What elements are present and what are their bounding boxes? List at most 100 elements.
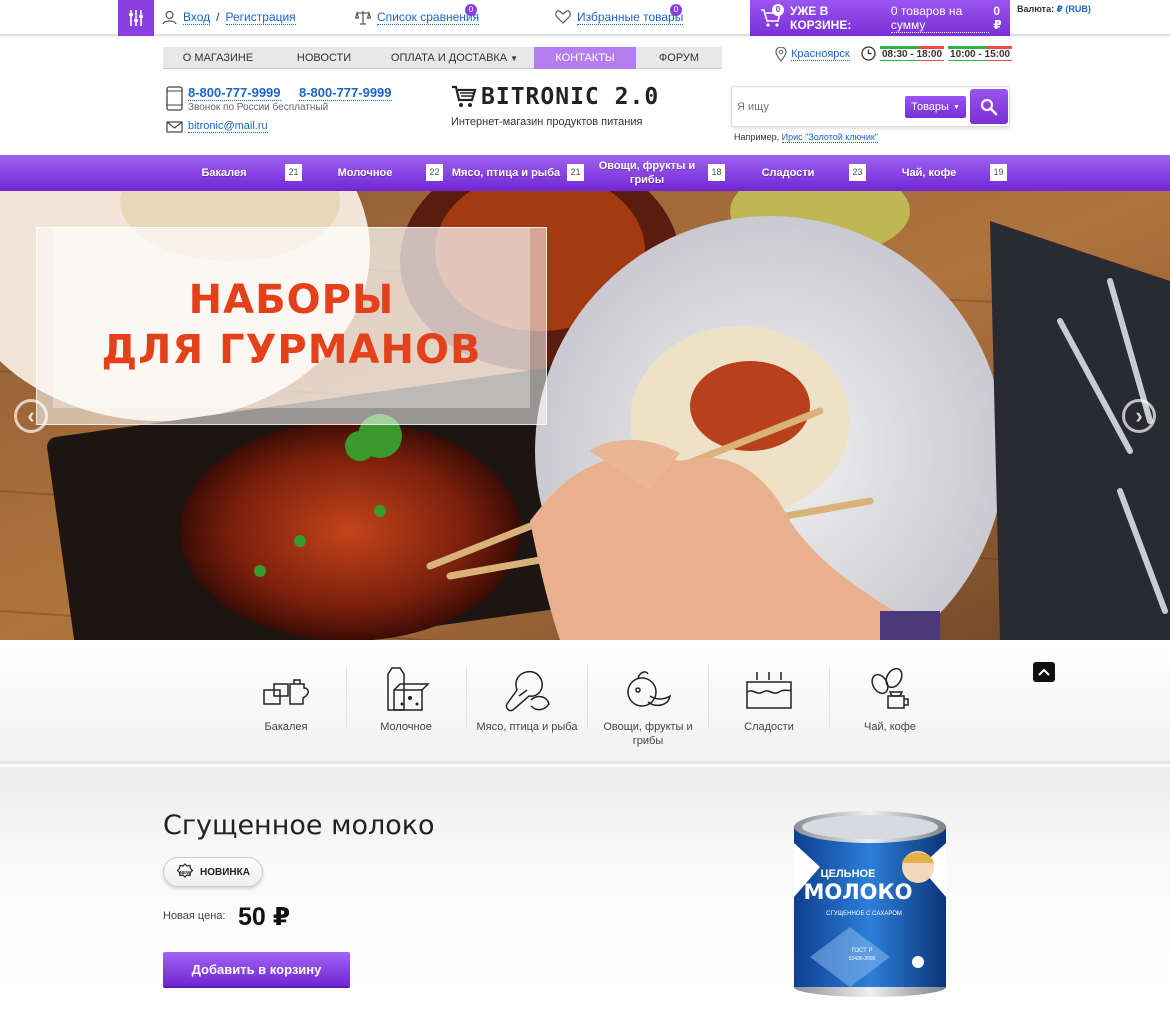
favorites-link[interactable]: Избранные товары (577, 10, 684, 25)
register-link[interactable]: Регистрация (225, 10, 296, 25)
chevron-right-icon: › (1135, 403, 1143, 428)
banner-next-button[interactable]: › (1122, 399, 1156, 433)
cake-icon (746, 672, 792, 709)
icon-category-vegetables[interactable]: Овощи, фрукты и грибы (588, 664, 708, 748)
auth-links: Вход / Регистрация (162, 0, 296, 34)
meat-icon (505, 670, 550, 712)
nav-item-payment-label: Оплата и доставка (390, 52, 508, 64)
product-price: 50 ₽ (238, 903, 291, 931)
product-title[interactable]: Сгущенное молоко (163, 810, 435, 841)
search-category-select[interactable]: Товары ▼ (905, 96, 966, 118)
phone-link-1[interactable]: 8-800-777-9999 (188, 85, 281, 101)
price-label: Новая цена: (163, 910, 226, 922)
compare-link[interactable]: Список сравнения (377, 10, 480, 25)
currency-label: Валюта: (1017, 4, 1055, 14)
icon-category-grocery[interactable]: Бакалея (226, 664, 346, 734)
can-text-1: ЦЕЛЬНОЕ (821, 868, 876, 880)
hours-weekday: 08:30 - 18:00 (880, 46, 945, 61)
category-name: Сладости (761, 167, 815, 179)
category-name: Бакалея (201, 167, 247, 179)
sliders-icon (129, 10, 143, 26)
call-note: Звонок по России бесплатный (188, 102, 329, 113)
category-sweets[interactable]: Сладости 23 (727, 155, 868, 191)
currency-value[interactable]: ₽ (RUB) (1057, 4, 1091, 14)
cart-summary[interactable]: 0 УЖЕ В КОРЗИНЕ: 0 товаров на сумму 0 ₽ (750, 0, 1010, 36)
login-link[interactable]: Вход (183, 10, 211, 25)
compare-link-group[interactable]: Список сравнения 0 (355, 0, 480, 34)
cart-count-badge: 0 (772, 4, 784, 16)
nav-item-forum[interactable]: Форум (636, 47, 722, 69)
user-icon (162, 10, 177, 24)
icon-category-label: Сладости (744, 721, 794, 733)
main-nav: О магазине Новости Оплата и доставка ▼ К… (163, 47, 722, 69)
cart-prefix: УЖЕ В КОРЗИНЕ: (790, 4, 852, 32)
category-name: Чай, кофе (901, 167, 957, 179)
cart-sum: 0 ₽ (993, 4, 1002, 32)
icon-category-tea-coffee[interactable]: Чай, кофе (830, 664, 950, 734)
nav-item-payment-delivery[interactable]: Оплата и доставка ▼ (375, 47, 534, 69)
category-count: 23 (849, 164, 866, 181)
banner-prev-button[interactable]: ‹ (14, 399, 48, 433)
category-icons-row: Бакалея Молочное Мясо, птица и рыба Овощ… (0, 640, 1170, 764)
icon-category-label: Мясо, птица и рыба (476, 721, 578, 733)
city-selector[interactable]: Красноярск (775, 47, 850, 62)
promo-title: НАБОРЫ ДЛЯ ГУРМАНОВ (36, 275, 547, 375)
hero-banner[interactable]: НАБОРЫ ДЛЯ ГУРМАНОВ ‹ › (0, 191, 1170, 640)
category-count: 19 (990, 164, 1007, 181)
compare-count-badge: 0 (465, 4, 477, 16)
site-logo[interactable]: BITRONIC 2.0 (451, 84, 659, 110)
scroll-to-top-button[interactable] (1033, 662, 1055, 682)
envelope-icon (166, 121, 183, 133)
category-grocery[interactable]: Бакалея 21 (163, 155, 304, 191)
logo-cart-icon (452, 85, 477, 107)
icon-category-meat[interactable]: Мясо, птица и рыба (467, 664, 587, 734)
condensed-milk-can-image[interactable]: ЦЕЛЬНОЕ МОЛОКО СГУЩЕННОЕ С САХАРОМ ГОСТ … (790, 807, 950, 999)
cart-link[interactable]: 0 товаров на сумму (890, 4, 990, 33)
site-slogan: Интернет-магазин продуктов питания (451, 116, 643, 128)
nav-item-contacts[interactable]: Контакты (534, 47, 636, 69)
can-text-4: ГОСТ Р (851, 948, 872, 954)
email-link[interactable]: bitronic@mail.ru (188, 120, 268, 133)
phone-link-2[interactable]: 8-800-777-9999 (299, 85, 392, 101)
caret-down-icon: ▼ (510, 53, 519, 63)
add-to-cart-button[interactable]: Добавить в корзину (163, 952, 350, 986)
city-link[interactable]: Красноярск (791, 48, 850, 61)
nav-item-about[interactable]: О магазине (163, 47, 273, 69)
icon-category-sweets[interactable]: Сладости (709, 664, 829, 734)
search-input[interactable] (737, 93, 907, 121)
vegetables-icon (627, 671, 672, 707)
category-count: 18 (708, 164, 725, 181)
currency-switcher[interactable]: Валюта: ₽ (RUB) (1017, 4, 1091, 15)
category-bar: Бакалея 21 Молочное 22 Мясо, птица и рыба 2… (0, 155, 1170, 191)
favorites-link-group[interactable]: Избранные товары 0 (555, 0, 684, 34)
can-text-2: МОЛОКО (803, 880, 912, 904)
featured-product: Сгущенное молоко NEW Новинка Новая цена:… (0, 767, 1170, 1030)
logo-text: BITRONIC 2.0 (481, 84, 660, 110)
can-text-3: СГУЩЕННОЕ С САХАРОМ (826, 911, 902, 917)
category-meat[interactable]: Мясо, птица и рыба 21 (445, 155, 586, 191)
search-button[interactable] (970, 89, 1008, 124)
icon-category-label: Овощи, фрукты и грибы (603, 721, 693, 747)
category-dairy[interactable]: Молочное 22 (304, 155, 445, 191)
search-example-link[interactable]: Ирис "Золотой ключик" (781, 132, 878, 143)
mobile-phone-icon (166, 86, 183, 111)
search-example: Например, Ирис "Золотой ключик" (734, 132, 878, 143)
nav-item-news[interactable]: Новости (273, 47, 375, 69)
scales-icon (355, 10, 371, 25)
cart-icon-wrap: 0 (760, 4, 784, 28)
can-text-5: 53436-2009 (849, 956, 876, 962)
chevron-left-icon: ‹ (27, 403, 35, 428)
menu-toggle-button[interactable] (118, 0, 154, 36)
category-count: 21 (285, 164, 302, 181)
location-pin-icon (775, 47, 787, 62)
category-vegetables[interactable]: Овощи, фрукты и грибы 18 (586, 155, 727, 191)
category-name: Овощи, фрукты и грибы (598, 160, 696, 186)
caret-down-icon: ▼ (952, 103, 960, 111)
category-count: 22 (426, 164, 443, 181)
icon-category-label: Молочное (380, 721, 432, 733)
new-badge-label: Новинка (200, 866, 250, 878)
auth-separator: / (216, 10, 220, 24)
icon-category-dairy[interactable]: Молочное (346, 664, 466, 734)
clock-icon (861, 46, 876, 61)
category-tea-coffee[interactable]: Чай, кофе 19 (868, 155, 1009, 191)
